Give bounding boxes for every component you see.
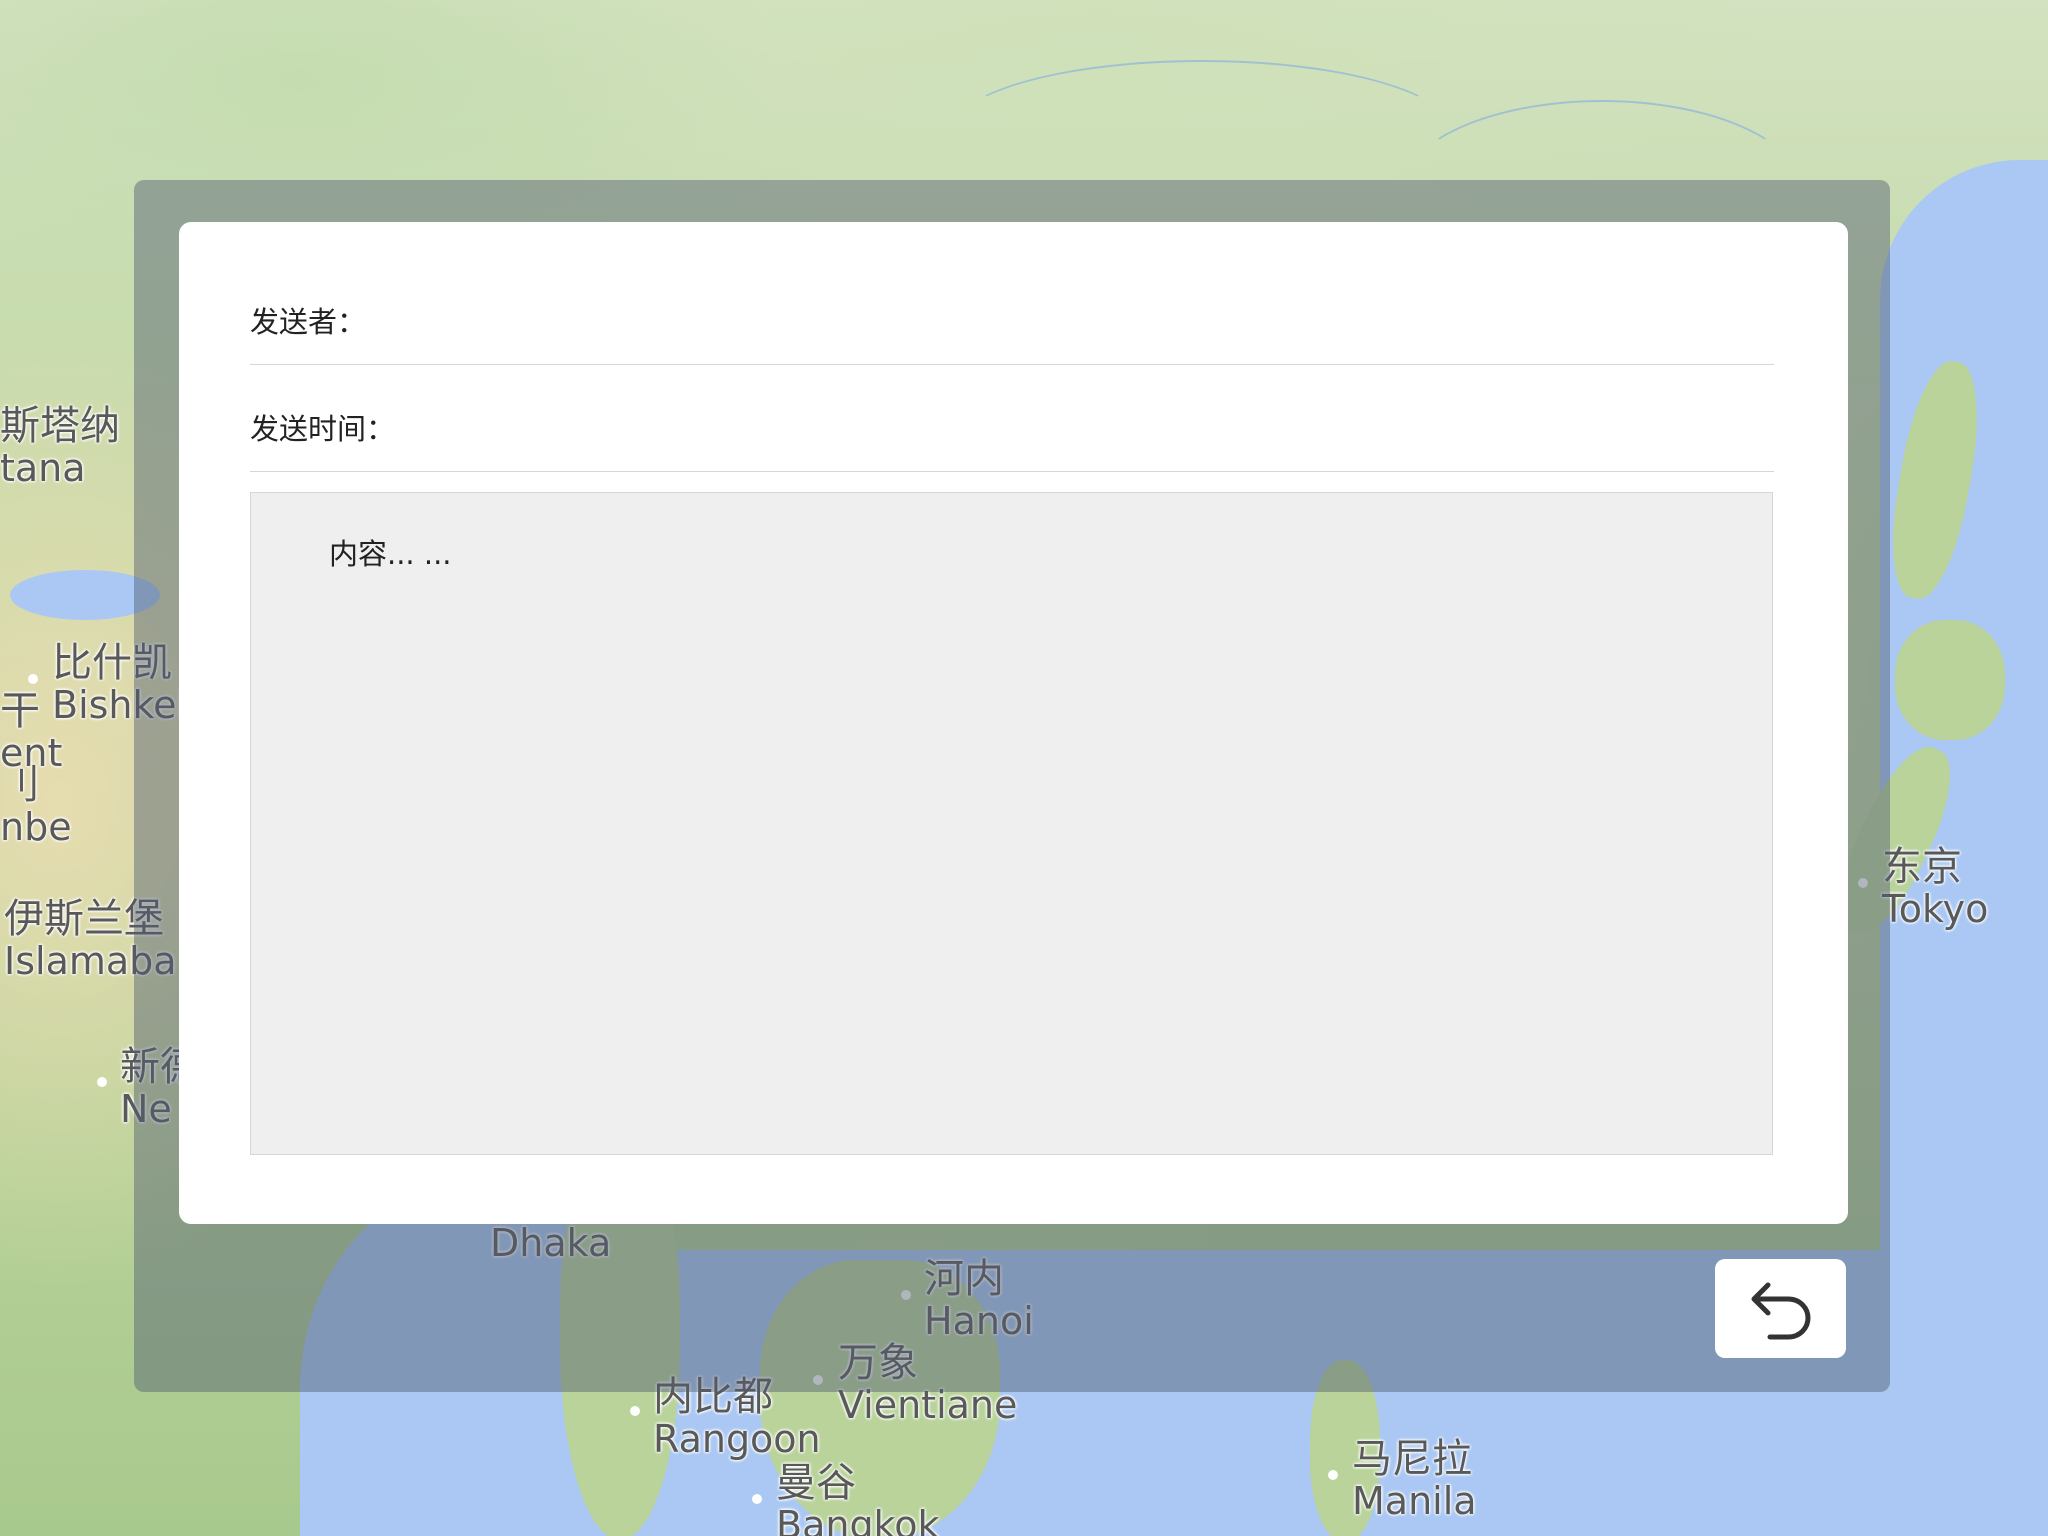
- undo-arrow-icon: [1751, 1282, 1810, 1339]
- message-content-text: 内容... ...: [329, 537, 452, 571]
- sender-field: 发送者：: [250, 300, 1774, 365]
- city-dot-new-delhi: [97, 1077, 107, 1087]
- send-time-label: 发送时间：: [250, 412, 396, 446]
- city-label-tokyo: 东京 Tokyo: [1882, 844, 1989, 931]
- land-hokkaido: [1895, 620, 2005, 740]
- city-label-dushanbe: 刂 nbe: [0, 762, 72, 849]
- city-dot-bishkek: [28, 674, 38, 684]
- send-time-field: 发送时间：: [250, 407, 1774, 472]
- sender-label: 发送者：: [250, 305, 367, 339]
- city-label-bangkok: 曼谷 Bangkok: [776, 1460, 940, 1536]
- city-label-manila: 马尼拉 Manila: [1352, 1436, 1477, 1523]
- city-dot-bangkok: [752, 1494, 762, 1504]
- city-dot-manila: [1328, 1470, 1338, 1480]
- city-dot-rangoon: [630, 1406, 640, 1416]
- back-button[interactable]: [1715, 1259, 1846, 1358]
- message-content-box: 内容... ...: [250, 492, 1773, 1155]
- city-label-astana: 斯塔纳 tana: [0, 403, 120, 490]
